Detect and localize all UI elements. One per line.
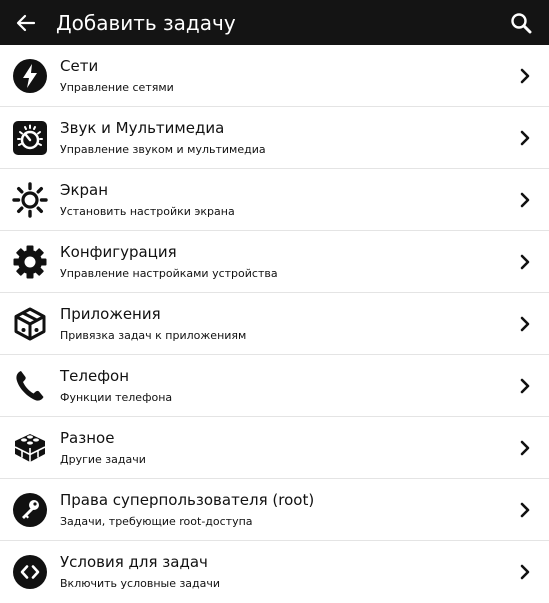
list-item-title: Сети [60,56,99,75]
list-item-title: Экран [60,180,109,199]
chevron-right-icon [515,376,535,396]
list-item-misc[interactable]: Разное Другие задачи [0,417,549,479]
search-button[interactable] [505,7,537,39]
chevron-right-icon [515,314,535,334]
volume-knob-icon [11,119,49,157]
list-item-subtitle: Привязка задач к приложениям [60,328,247,342]
page-title: Добавить задачу [56,10,236,35]
brightness-icon [11,181,49,219]
list-item-title: Условия для задач [60,553,208,571]
code-icon [11,553,49,591]
key-icon [11,491,49,529]
list-item-subtitle: Управление звуком и мультимедиа [60,142,266,156]
bricks-icon [11,429,49,467]
back-button[interactable] [10,7,42,39]
list-item-title: Телефон [60,366,130,385]
list-item-phone[interactable]: Телефон Функции телефона [0,355,549,417]
list-item-subtitle: Включить условные задачи [60,577,221,590]
list-item-subtitle: Управление сетями [60,80,174,94]
list-item-task-conditions[interactable]: Условия для задач Включить условные зада… [0,541,549,603]
list-item-title: Звук и Мультимедиа [60,118,225,137]
arrow-left-icon [16,14,36,31]
search-icon [511,12,532,33]
list-item-configuration[interactable]: Конфигурация Управление настройками устр… [0,231,549,293]
list-item-subtitle: Управление настройками устройства [60,266,278,280]
list-item-title: Права суперпользователя (root) [60,490,315,509]
cube-icon [11,305,49,343]
list-item-subtitle: Установить настройки экрана [60,204,235,218]
chevron-right-icon [515,128,535,148]
list-item-title: Приложения [60,304,161,323]
list-item-applications[interactable]: Приложения Привязка задач к приложениям [0,293,549,355]
chevron-right-icon [515,66,535,86]
lightning-icon [11,57,49,95]
list-item-sound-multimedia[interactable]: Звук и Мультимедиа Управление звуком и м… [0,107,549,169]
gear-icon [11,243,49,281]
task-category-list: Сети Управление сетями Звук и Мультимеди… [0,45,549,603]
list-item-networks[interactable]: Сети Управление сетями [0,45,549,107]
list-item-screen[interactable]: Экран Установить настройки экрана [0,169,549,231]
app-bar: Добавить задачу [0,0,549,45]
chevron-right-icon [515,252,535,272]
list-item-root-rights[interactable]: Права суперпользователя (root) Задачи, т… [0,479,549,541]
list-item-title: Разное [60,428,115,447]
list-item-title: Конфигурация [60,242,177,261]
chevron-right-icon [515,190,535,210]
list-item-subtitle: Другие задачи [60,452,146,466]
chevron-right-icon [515,562,535,582]
list-item-subtitle: Функции телефона [60,390,173,404]
chevron-right-icon [515,438,535,458]
phone-icon [11,367,49,405]
list-item-subtitle: Задачи, требующие root-доступа [60,514,253,528]
chevron-right-icon [515,500,535,520]
